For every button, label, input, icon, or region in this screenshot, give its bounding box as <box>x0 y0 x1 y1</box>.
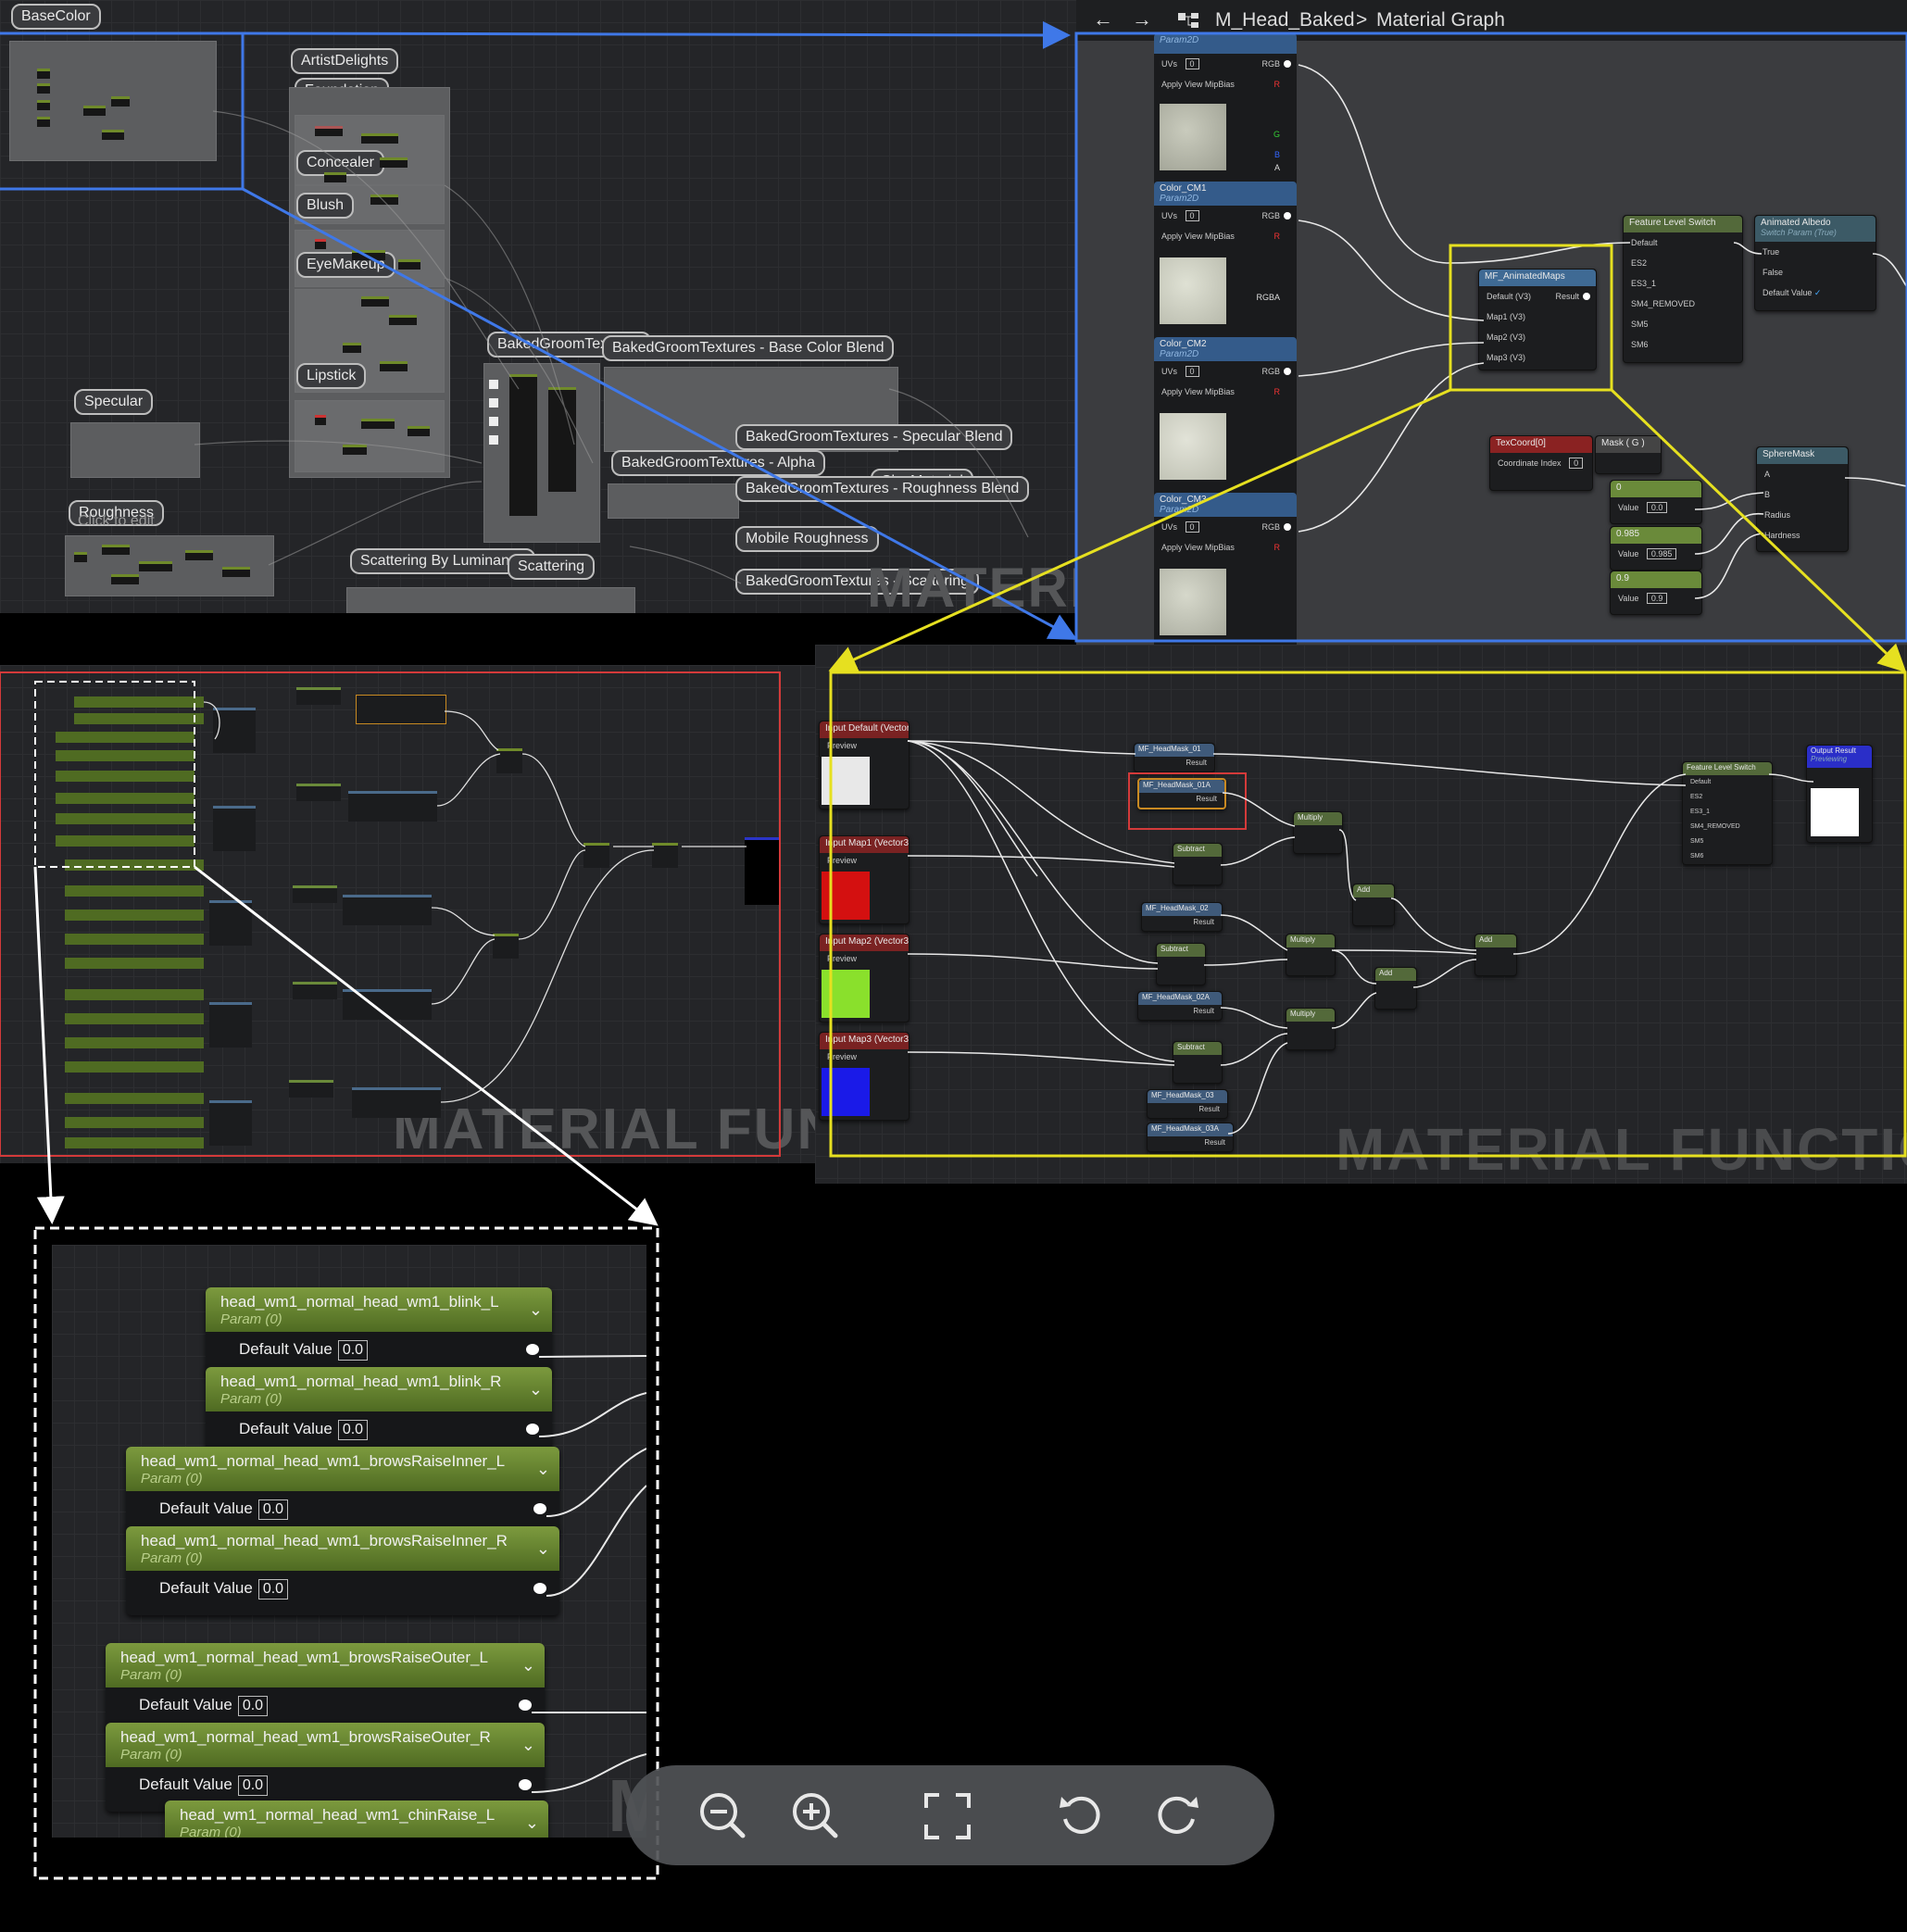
image-viewer-toolbar <box>626 1765 1274 1865</box>
fit-screen-icon[interactable] <box>924 1793 971 1844</box>
zoom-wires <box>531 1355 646 1793</box>
zoom-in-icon[interactable] <box>791 1791 839 1844</box>
rotate-left-icon[interactable] <box>1058 1791 1106 1844</box>
rotate-right-icon[interactable] <box>1152 1791 1200 1844</box>
zoom-out-icon[interactable] <box>698 1791 746 1844</box>
zoom-detail-panel: M head_wm1_normal_head_wm1_blink_LParam … <box>52 1245 646 1838</box>
